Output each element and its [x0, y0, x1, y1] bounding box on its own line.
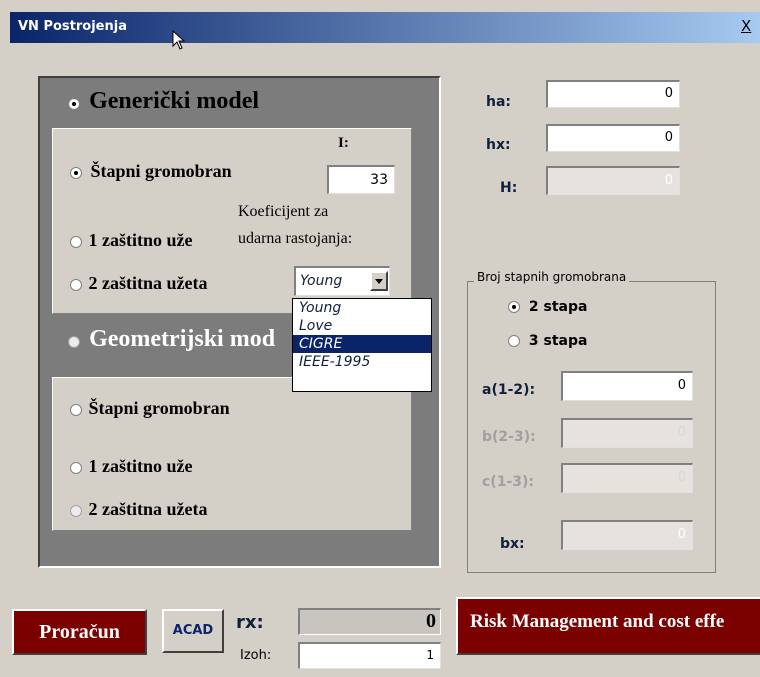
H-label: H: — [500, 180, 518, 196]
hx-input[interactable]: 0 — [546, 124, 680, 152]
coef-select[interactable]: Young — [294, 266, 390, 296]
generic-stapni-radio[interactable] — [70, 166, 82, 179]
rx-label: rx: — [236, 612, 264, 633]
geometric-model-option[interactable]: Geometrijski mod — [68, 326, 275, 353]
b-input[interactable]: 0 — [561, 418, 693, 448]
geometric-1uze-radio[interactable] — [70, 461, 82, 474]
window-title: VN Postrojenja — [18, 19, 127, 34]
izoh-input[interactable]: 1 — [298, 642, 441, 669]
generic-2uzeta-radio[interactable] — [70, 278, 82, 291]
a-input[interactable]: 0 — [561, 371, 693, 401]
close-button[interactable]: X — [741, 17, 751, 35]
generic-1uze-radio[interactable] — [70, 235, 82, 248]
geometric-stapni-radio[interactable] — [70, 403, 82, 416]
ha-input[interactable]: 0 — [546, 80, 680, 108]
dropdown-item-love[interactable]: Love — [293, 317, 431, 335]
rx-value-display: 0 — [298, 608, 441, 635]
coef-label-line2: udarna rastojanja: — [238, 230, 353, 247]
b-label: b(2-3): — [482, 429, 536, 445]
generic-option-1-uze[interactable]: 1 zaštitno uže — [70, 230, 192, 251]
stap-group-legend: Broj stapnih gromobrana — [474, 270, 630, 284]
stap-2-radio[interactable] — [508, 301, 520, 313]
geometric-model-label: Geometrijski mod — [89, 326, 276, 352]
bx-input[interactable]: 0 — [561, 520, 693, 550]
title-bar[interactable]: VN Postrojenja — [10, 12, 760, 50]
bx-label: bx: — [500, 536, 525, 552]
coef-select-value: Young — [300, 273, 343, 289]
dropdown-item-ieee[interactable]: IEEE-1995 — [293, 353, 431, 371]
mouse-cursor-icon — [172, 30, 186, 50]
generic-model-option[interactable]: Generički model — [68, 88, 259, 115]
geometric-option-1-uze[interactable]: 1 zaštitno uže — [70, 456, 192, 477]
geometric-option-stapni[interactable]: Štapni gromobran — [70, 398, 230, 419]
chevron-down-icon — [375, 279, 383, 284]
proracun-button[interactable]: Proračun — [12, 609, 147, 655]
dropdown-item-cigre[interactable]: CIGRE — [293, 335, 431, 353]
c-label: c(1-3): — [482, 474, 534, 490]
i-input[interactable]: 33 — [327, 165, 395, 194]
acad-button[interactable]: ACAD — [162, 609, 224, 653]
geometric-option-2-uzeta[interactable]: 2 zaštitna užeta — [70, 499, 207, 520]
generic-model-radio[interactable] — [68, 97, 80, 110]
izoh-label: Izoh: — [240, 648, 272, 663]
H-input[interactable]: 0 — [546, 166, 680, 195]
coef-dropdown-list: Young Love CIGRE IEEE-1995 — [292, 298, 432, 392]
generic-option-stapni[interactable]: Štapni gromobran — [70, 161, 232, 182]
stap-2-option[interactable]: 2 stapa — [508, 299, 587, 315]
coef-select-arrow-button[interactable] — [370, 271, 388, 291]
dropdown-item-young[interactable]: Young — [293, 299, 431, 317]
stap-3-option[interactable]: 3 stapa — [508, 333, 587, 349]
a-label: a(1-2): — [482, 382, 536, 398]
ha-label: ha: — [486, 94, 512, 110]
i-label: I: — [338, 135, 349, 151]
risk-management-button[interactable]: Risk Management and cost effe — [456, 597, 760, 655]
c-input[interactable]: 0 — [561, 463, 693, 493]
coef-label-line1: Koeficijent za — [238, 203, 329, 220]
generic-option-2-uzeta[interactable]: 2 zaštitna užeta — [70, 273, 207, 294]
generic-model-label: Generički model — [89, 88, 260, 114]
geometric-2uzeta-radio[interactable] — [70, 504, 82, 517]
geometric-model-radio[interactable] — [68, 335, 80, 348]
hx-label: hx: — [486, 137, 511, 153]
stap-3-radio[interactable] — [508, 335, 520, 347]
